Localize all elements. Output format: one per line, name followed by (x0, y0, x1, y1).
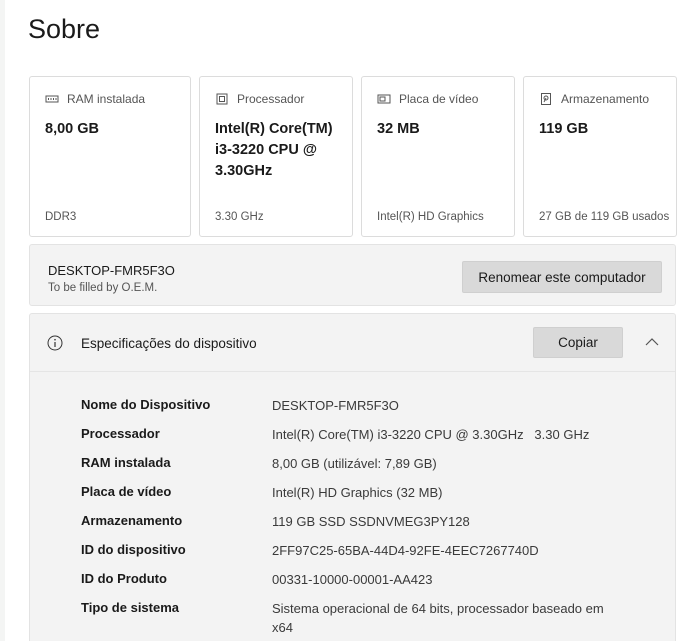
spec-value: 2FF97C25-65BA-44D4-92FE-4EEC7267740D (272, 543, 539, 558)
spec-label: Nome do Dispositivo (81, 397, 211, 412)
spec-value: Intel(R) Core(TM) i3-3220 CPU @ 3.30GHz … (272, 427, 590, 442)
spec-row-ram: RAM instalada 8,00 GB (utilizável: 7,89 … (81, 455, 655, 473)
card-ram-sub: DDR3 (45, 211, 77, 223)
spec-row-storage: Armazenamento 119 GB SSD SSDNVMEG3PY128 (81, 513, 655, 531)
device-specs-header[interactable]: Especificações do dispositivo Copiar (30, 314, 675, 372)
storage-icon (539, 92, 553, 106)
device-specs-panel: Especificações do dispositivo Copiar Nom… (29, 313, 676, 641)
page-title: Sobre (28, 14, 101, 44)
card-processor-label: Processador (237, 92, 305, 106)
window-edge (0, 0, 5, 641)
spec-label: RAM instalada (81, 455, 171, 470)
processor-icon (215, 92, 229, 106)
rename-computer-button[interactable]: Renomear este computador (462, 261, 662, 293)
spec-row-device-name: Nome do Dispositivo DESKTOP-FMR5F3O (81, 397, 655, 415)
spec-row-system-type: Tipo de sistema Sistema operacional de 6… (81, 600, 655, 637)
card-storage-header: Armazenamento (539, 92, 649, 106)
spec-label: Placa de vídeo (81, 484, 172, 499)
spec-row-video: Placa de vídeo Intel(R) HD Graphics (32 … (81, 484, 655, 502)
card-ram-label: RAM instalada (67, 92, 146, 106)
device-oem: To be filled by O.E.M. (48, 282, 158, 294)
card-processor: Processador Intel(R) Core(TM) i3-3220 CP… (199, 76, 353, 237)
spec-row-processor: Processador Intel(R) Core(TM) i3-3220 CP… (81, 426, 655, 444)
spec-value: 00331-10000-00001-AA423 (272, 572, 433, 587)
card-video-label: Placa de vídeo (399, 92, 479, 106)
spec-value: 119 GB SSD SSDNVMEG3PY128 (272, 514, 470, 529)
card-storage-label: Armazenamento (561, 92, 650, 106)
spec-value: DESKTOP-FMR5F3O (272, 398, 399, 413)
spec-label: Processador (81, 426, 160, 441)
chevron-up-icon[interactable] (644, 335, 660, 347)
card-storage: Armazenamento 119 GB 27 GB de 119 GB usa… (523, 76, 677, 237)
card-ram-header: RAM instalada (45, 92, 145, 106)
ram-icon (45, 92, 59, 106)
card-video: Placa de vídeo 32 MB Intel(R) HD Graphic… (361, 76, 515, 237)
card-processor-header: Processador (215, 92, 304, 106)
card-storage-sub: 27 GB de 119 GB usados (539, 211, 670, 223)
device-name-bar: DESKTOP-FMR5F3O To be filled by O.E.M. R… (29, 244, 676, 306)
spec-label: Tipo de sistema (81, 600, 180, 615)
spec-value: Sistema operacional de 64 bits, processa… (272, 601, 604, 635)
card-storage-value: 119 GB (539, 121, 589, 137)
card-video-sub: Intel(R) HD Graphics (377, 211, 484, 223)
spec-label: Armazenamento (81, 513, 183, 528)
card-ram: RAM instalada 8,00 GB DDR3 (29, 76, 191, 237)
device-specs-title: Especificações do dispositivo (81, 336, 257, 351)
card-video-header: Placa de vídeo (377, 92, 478, 106)
card-ram-value: 8,00 GB (45, 121, 99, 137)
device-name: DESKTOP-FMR5F3O (48, 263, 175, 278)
info-icon (47, 335, 63, 351)
spec-label: ID do dispositivo (81, 542, 186, 557)
copy-button[interactable]: Copiar (533, 327, 623, 358)
card-processor-sub: 3.30 GHz (215, 211, 264, 223)
spec-row-device-id: ID do dispositivo 2FF97C25-65BA-44D4-92F… (81, 542, 655, 560)
video-card-icon (377, 92, 391, 106)
spec-value: 8,00 GB (utilizável: 7,89 GB) (272, 456, 437, 471)
card-processor-value: Intel(R) Core(TM) i3-3220 CPU @ 3.30GHz (215, 121, 333, 179)
spec-label: ID do Produto (81, 571, 167, 586)
spec-value: Intel(R) HD Graphics (32 MB) (272, 485, 443, 500)
spec-row-product-id: ID do Produto 00331-10000-00001-AA423 (81, 571, 655, 589)
card-video-value: 32 MB (377, 121, 420, 137)
